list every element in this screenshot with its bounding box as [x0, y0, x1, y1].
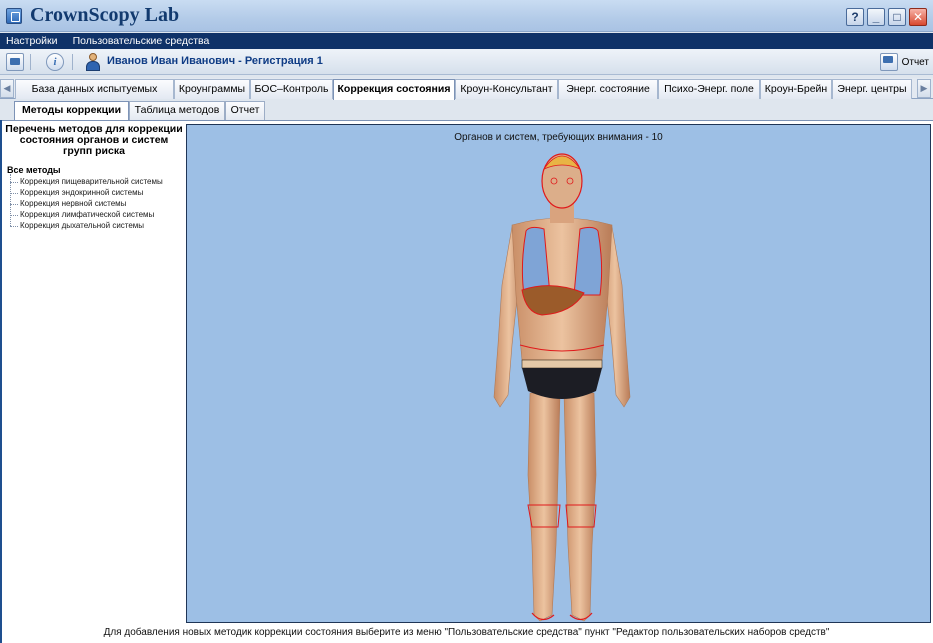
left-border — [0, 120, 2, 643]
tree-item-nervous[interactable]: Коррекция нервной системы — [10, 198, 184, 209]
tab-scroll-right-icon[interactable]: ▶ — [917, 79, 931, 98]
menu-user-tools[interactable]: Пользовательские средства — [73, 35, 210, 47]
methods-list-title: Перечень методов для коррекции состояния… — [5, 123, 183, 157]
toolbar: Иванов Иван Иванович - Регистрация 1 Отч… — [0, 49, 933, 75]
app-title: CrownScopy Lab — [30, 4, 180, 26]
close-button[interactable]: ✕ — [909, 8, 927, 26]
tab-subjects-database[interactable]: База данных испытуемых — [15, 79, 174, 99]
toolbar-separator — [30, 54, 31, 70]
print-icon[interactable] — [6, 53, 24, 71]
help-button[interactable]: ? — [846, 8, 864, 26]
tree-item-lymphatic[interactable]: Коррекция лимфатической системы — [10, 209, 184, 220]
tree-item-digestive[interactable]: Коррекция пищеварительной системы — [10, 176, 184, 187]
methods-tree-panel: Перечень методов для коррекции состояния… — [4, 122, 184, 622]
menu-bar: Настройки Пользовательские средства — [0, 33, 933, 49]
tab-state-correction[interactable]: Коррекция состояния — [333, 79, 455, 100]
minimize-button[interactable]: _ — [867, 8, 885, 26]
report-button[interactable]: Отчет — [879, 52, 929, 72]
tree-item-respiratory[interactable]: Коррекция дыхательной системы — [10, 220, 184, 231]
tab-crown-consultant[interactable]: Кроун-Консультант — [455, 79, 558, 99]
tab-energy-centers[interactable]: Энерг. центры — [832, 79, 912, 99]
window-controls: ? _ □ ✕ — [846, 8, 927, 26]
report-icon — [879, 53, 898, 71]
methods-tree: Коррекция пищеварительной системы Коррек… — [10, 174, 184, 231]
tab-crowngrams[interactable]: Кроунграммы — [174, 79, 250, 99]
tab-report[interactable]: Отчет — [225, 101, 265, 120]
tab-psycho-energy-field[interactable]: Психо-Энерг. поле — [658, 79, 760, 99]
tab-methods-table[interactable]: Таблица методов — [129, 101, 225, 120]
current-subject-name: Иванов Иван Иванович - Регистрация 1 — [107, 55, 323, 67]
maximize-button[interactable]: □ — [888, 8, 906, 26]
info-icon[interactable] — [46, 53, 64, 71]
body-visualization-panel: Органов и систем, требующих внимания - 1… — [186, 124, 931, 623]
main-tab-bar: ◀ База данных испытуемых Кроунграммы БОС… — [0, 78, 933, 100]
human-body-figure[interactable] — [482, 145, 642, 623]
toolbar-separator — [72, 54, 73, 70]
tab-scroll-left-icon[interactable]: ◀ — [0, 79, 14, 98]
footer-hint: Для добавления новых методик коррекции с… — [103, 627, 830, 638]
user-icon — [84, 53, 102, 71]
main-tabs: База данных испытуемых Кроунграммы БОС–К… — [15, 79, 912, 100]
tab-biofeedback[interactable]: БОС–Контроль — [250, 79, 333, 99]
sub-tab-bar: Методы коррекции Таблица методов Отчет — [14, 101, 265, 120]
organs-attention-caption: Органов и систем, требующих внимания - 1… — [454, 132, 663, 143]
title-bar: CrownScopy Lab ? _ □ ✕ — [0, 0, 933, 32]
tab-crown-brain[interactable]: Кроун-Брейн — [760, 79, 832, 99]
tab-correction-methods[interactable]: Методы коррекции — [14, 101, 129, 120]
report-label: Отчет — [901, 56, 929, 68]
tree-root-all-methods[interactable]: Все методы — [6, 165, 184, 175]
menu-settings[interactable]: Настройки — [6, 35, 58, 47]
app-icon — [6, 8, 22, 24]
tab-energy-state[interactable]: Энерг. состояние — [558, 79, 658, 99]
tree-item-endocrine[interactable]: Коррекция эндокринной системы — [10, 187, 184, 198]
